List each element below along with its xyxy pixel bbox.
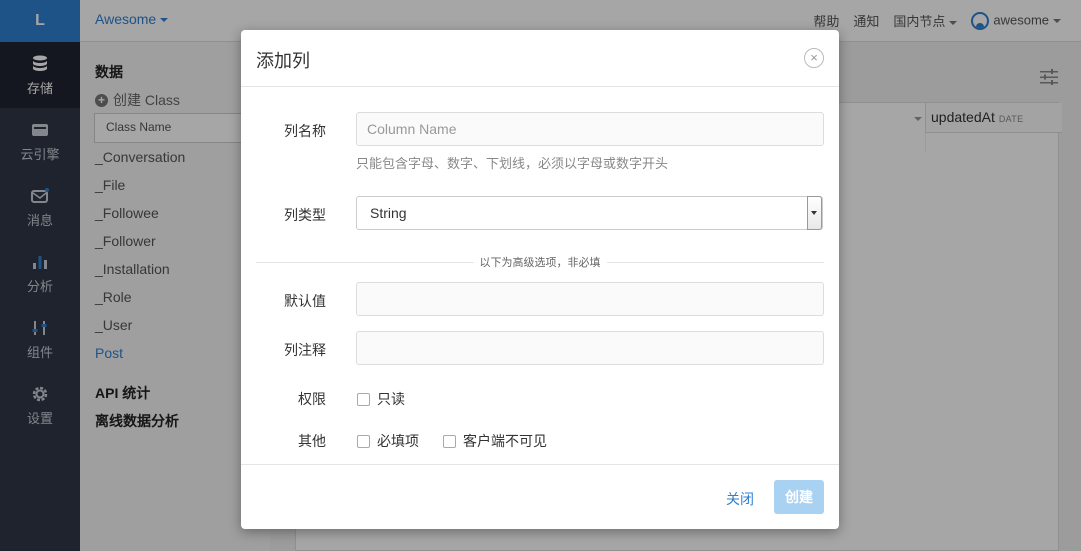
readonly-label: 只读 xyxy=(377,391,405,407)
checkbox-box[interactable] xyxy=(357,434,370,448)
column-comment-label: 列注释 xyxy=(284,342,326,358)
column-type-select[interactable]: String xyxy=(356,196,823,230)
checkbox-box[interactable] xyxy=(357,392,370,406)
permission-label: 权限 xyxy=(298,391,326,407)
client-invisible-label: 客户端不可见 xyxy=(463,433,547,449)
add-column-dialog: 添加列 × 列名称 只能包含字母、数字、下划线，必须以字母或数字开头 列类型 S… xyxy=(241,30,839,529)
default-value-input[interactable] xyxy=(356,282,824,316)
close-button[interactable]: 关闭 xyxy=(726,489,754,509)
client-invisible-checkbox[interactable]: 客户端不可见 xyxy=(443,431,547,451)
dialog-title: 添加列 xyxy=(256,51,310,71)
column-type-label: 列类型 xyxy=(284,207,326,223)
column-comment-input[interactable] xyxy=(356,331,824,365)
checkbox-box[interactable] xyxy=(443,434,456,448)
column-type-value: String xyxy=(370,205,407,221)
close-icon[interactable]: × xyxy=(804,48,824,68)
default-value-label: 默认值 xyxy=(284,293,326,309)
readonly-checkbox[interactable]: 只读 xyxy=(357,389,405,409)
other-label: 其他 xyxy=(298,433,326,449)
column-name-input[interactable] xyxy=(356,112,824,146)
create-button[interactable]: 创建 xyxy=(774,480,824,514)
advanced-options-label: 以下为高级选项，非必填 xyxy=(241,254,839,270)
column-name-label: 列名称 xyxy=(284,123,326,139)
required-checkbox[interactable]: 必填项 xyxy=(357,431,419,451)
column-name-hint: 只能包含字母、数字、下划线，必须以字母或数字开头 xyxy=(356,156,669,171)
dialog-footer: 关闭 创建 xyxy=(241,464,839,529)
dialog-header: 添加列 × xyxy=(241,30,839,87)
required-label: 必填项 xyxy=(377,433,419,449)
chevron-down-icon xyxy=(807,196,822,230)
